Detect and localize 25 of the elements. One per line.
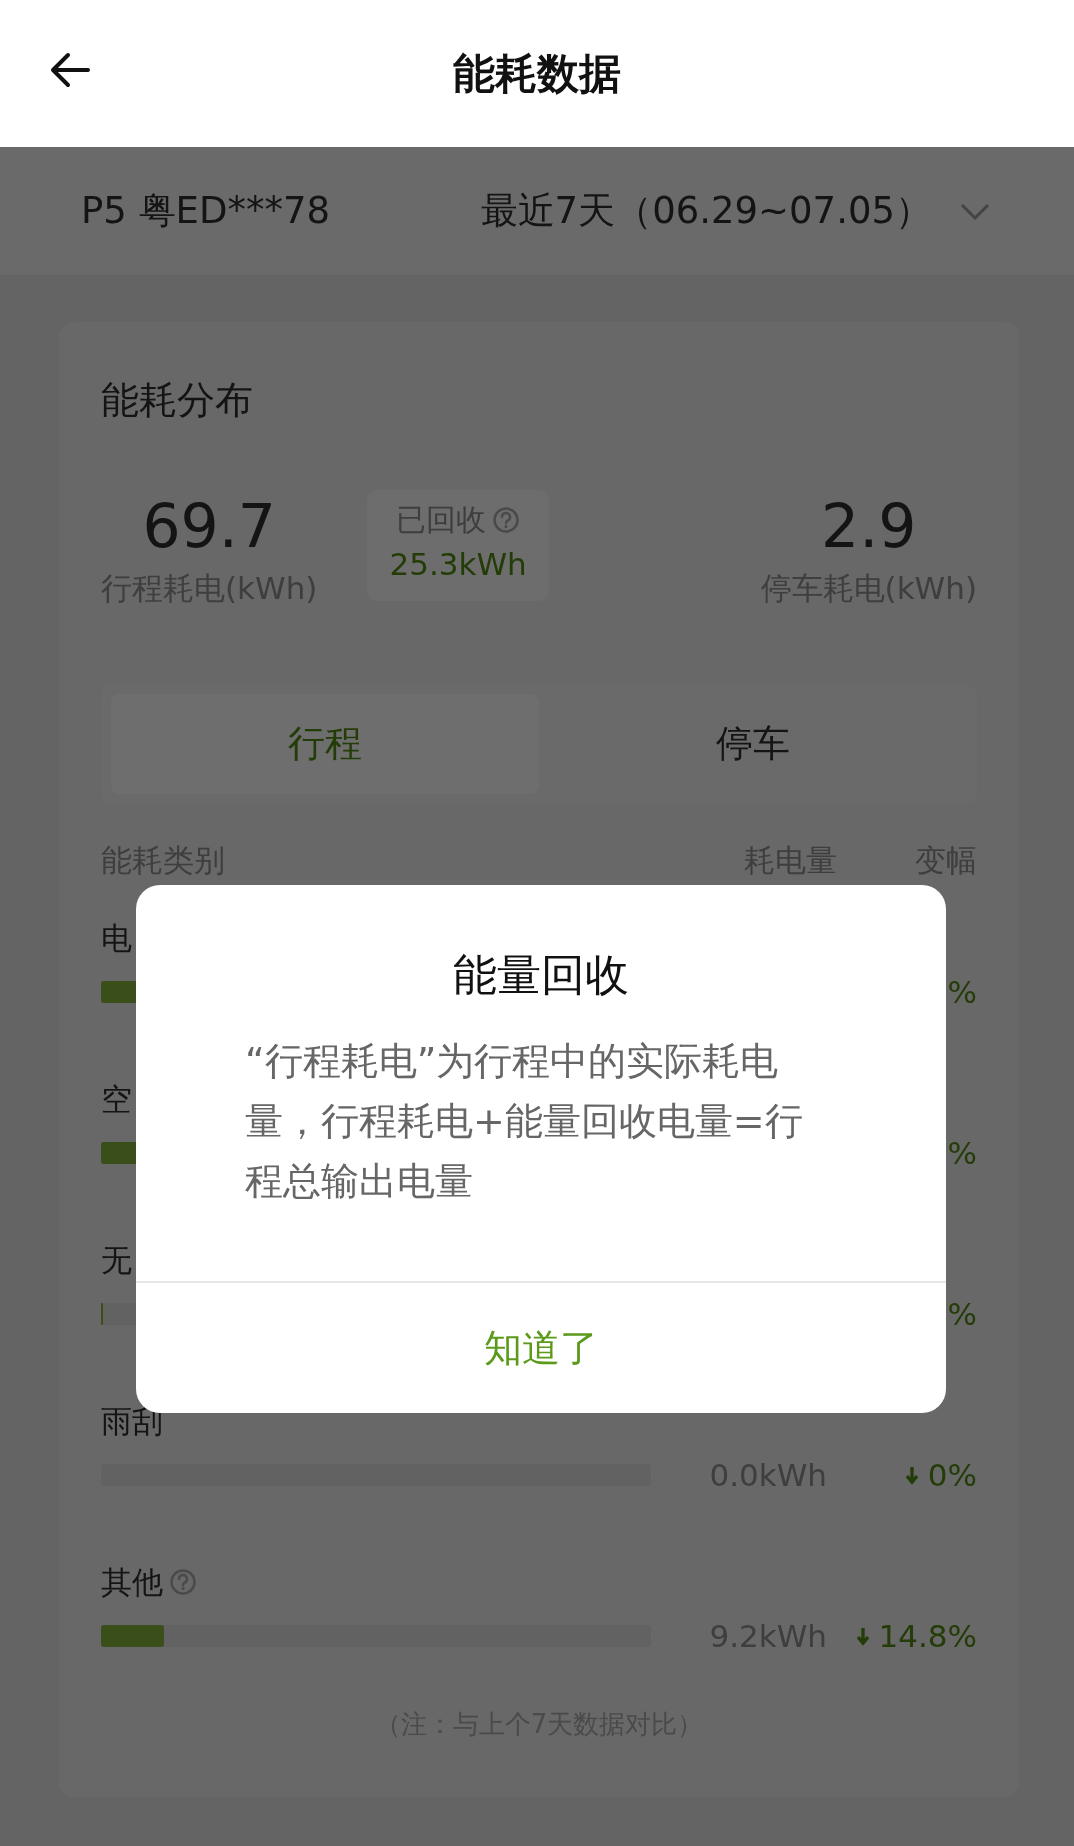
category-label: 其他: [101, 1563, 163, 1602]
section-title: 能耗分布: [101, 377, 254, 424]
change-percent: %: [947, 1135, 977, 1171]
change-percent: %: [947, 1296, 977, 1332]
help-icon[interactable]: [492, 506, 521, 534]
category-label: 电: [101, 919, 132, 958]
tab[interactable]: 停车: [539, 694, 967, 794]
change-percent: %: [947, 974, 977, 1010]
category-label: 无: [101, 1241, 132, 1280]
parking-energy-value: 2.9: [821, 490, 917, 562]
trip-energy-value: 69.7: [142, 490, 276, 562]
period-selector[interactable]: 最近7天（06.29~07.05）: [480, 186, 990, 236]
chevron-down-icon: [960, 201, 990, 221]
tab[interactable]: 行程: [111, 694, 539, 794]
change-percent: 0%: [927, 1457, 977, 1493]
category-label: 空: [101, 1080, 132, 1119]
recovered-value: 25.3kWh: [389, 544, 527, 584]
dialog-message: “行程耗电”为行程中的实际耗电量，行程耗电+能量回收电量=行程总输出电量: [245, 1038, 804, 1205]
change-percent: 14.8%: [878, 1618, 977, 1654]
back-icon[interactable]: [48, 50, 92, 90]
dialog-title: 能量回收: [452, 948, 630, 1002]
vehicle-name: P5 粤ED***78: [81, 188, 331, 234]
page-title: 能耗数据: [453, 47, 621, 100]
period-text: 最近7天（06.29~07.05）: [480, 188, 932, 234]
help-icon[interactable]: [169, 1568, 197, 1596]
